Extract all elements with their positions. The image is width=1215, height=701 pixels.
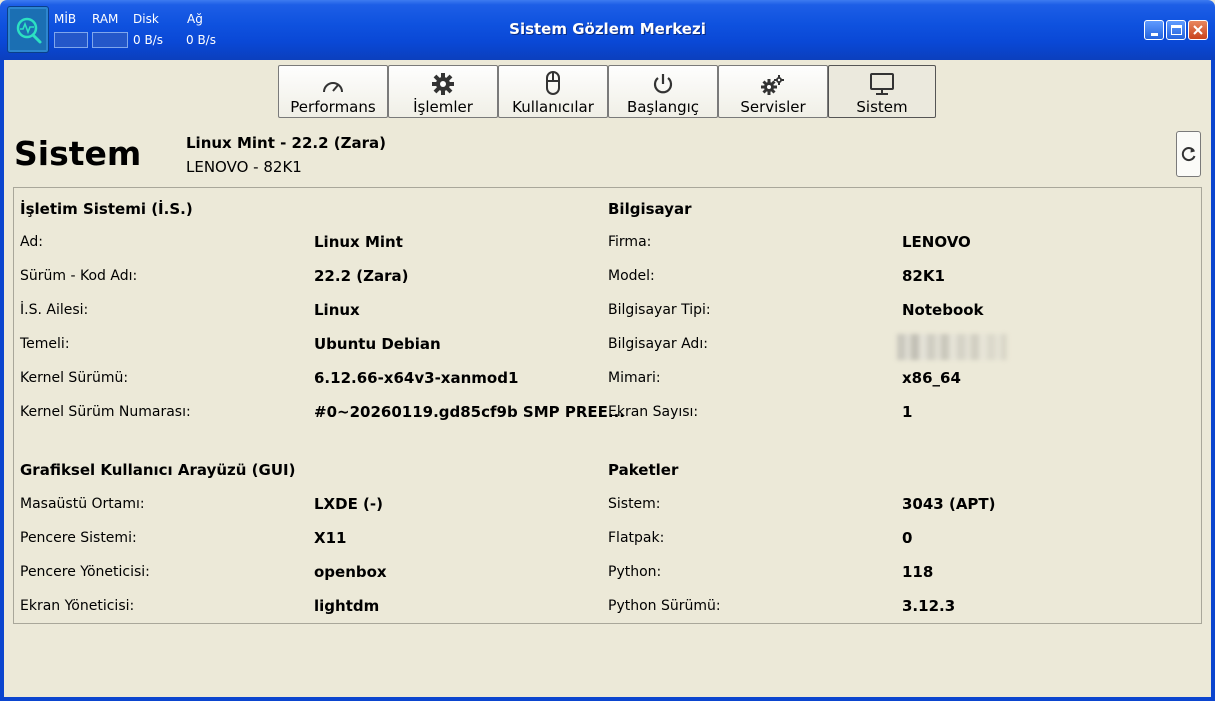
os-base-label: Temeli: — [20, 336, 70, 352]
minimize-icon — [1150, 32, 1158, 36]
title-bar[interactable]: MİB RAM Disk 0 B/s Ağ 0 B/s Sistem Gözle… — [0, 0, 1215, 60]
maximize-button[interactable] — [1166, 20, 1186, 40]
page-title: Sistem — [14, 134, 142, 173]
flatpak-value: 0 — [902, 529, 913, 547]
screen-count-label: Ekran Sayısı: — [608, 404, 699, 420]
gears-icon — [761, 75, 784, 95]
machine-summary: LENOVO - 82K1 — [186, 158, 302, 176]
kernel-build-value: #0~20260119.gd85cf9b SMP PREE... — [314, 403, 626, 421]
window-frame-right — [1211, 60, 1215, 701]
window-manager-value: openbox — [314, 563, 387, 581]
chassis-type-label: Bilgisayar Tipi: — [608, 302, 711, 318]
os-family-label: İ.S. Ailesi: — [20, 302, 89, 318]
kernel-version-value: 6.12.66-x64v3-xanmod1 — [314, 369, 519, 387]
tab-label: Servisler — [740, 98, 806, 116]
os-version-label: Sürüm - Kod Adı: — [20, 268, 138, 284]
refresh-icon — [1181, 147, 1195, 162]
computer-section-heading: Bilgisayar — [608, 200, 692, 218]
tab-label: Kullanıcılar — [512, 98, 594, 116]
os-family-value: Linux — [314, 301, 360, 319]
close-icon — [1193, 25, 1203, 35]
tab-processes[interactable]: İşlemler — [388, 65, 498, 118]
gear-icon — [432, 73, 454, 95]
window-frame-left — [0, 60, 4, 701]
close-button[interactable] — [1188, 20, 1208, 40]
hostname-label: Bilgisayar Adı: — [608, 336, 708, 352]
vendor-label: Firma: — [608, 234, 652, 250]
tab-label: Performans — [290, 98, 376, 116]
os-version-value: 22.2 (Zara) — [314, 267, 409, 285]
python-version-label: Python Sürümü: — [608, 598, 721, 614]
architecture-value: x86_64 — [902, 369, 961, 387]
window-manager-label: Pencere Yöneticisi: — [20, 564, 150, 580]
window-system-label: Pencere Sistemi: — [20, 530, 137, 546]
model-label: Model: — [608, 268, 655, 284]
model-value: 82K1 — [902, 267, 945, 285]
os-base-value: Ubuntu Debian — [314, 335, 441, 353]
minimize-button[interactable] — [1144, 20, 1164, 40]
mouse-icon — [546, 71, 560, 95]
python-packages-value: 118 — [902, 563, 934, 581]
maximize-icon — [1170, 25, 1182, 35]
window-title: Sistem Gözlem Merkezi — [509, 20, 706, 38]
kernel-build-label: Kernel Sürüm Numarası: — [20, 404, 191, 420]
tab-label: Sistem — [856, 98, 908, 116]
flatpak-label: Flatpak: — [608, 530, 665, 546]
gauge-icon — [323, 82, 343, 93]
system-packages-value: 3043 (APT) — [902, 495, 996, 513]
display-manager-value: lightdm — [314, 597, 380, 615]
window-system-value: X11 — [314, 529, 347, 547]
hostname-redacted — [897, 334, 1007, 360]
tab-users[interactable]: Kullanıcılar — [498, 65, 608, 118]
tab-label: İşlemler — [413, 98, 473, 116]
os-section-heading: İşletim Sistemi (İ.S.) — [20, 200, 193, 218]
tab-label: Başlangıç — [626, 98, 700, 116]
os-name-value: Linux Mint — [314, 233, 403, 251]
tab-performance[interactable]: Performans — [278, 65, 388, 118]
packages-section-heading: Paketler — [608, 461, 679, 479]
monitor-icon — [870, 73, 894, 95]
power-icon — [653, 74, 673, 94]
os-name-label: Ad: — [20, 234, 43, 250]
desktop-env-label: Masaüstü Ortamı: — [20, 496, 145, 512]
python-packages-label: Python: — [608, 564, 662, 580]
tab-services[interactable]: Servisler — [718, 65, 828, 118]
system-packages-label: Sistem: — [608, 496, 661, 512]
screen-count-value: 1 — [902, 403, 913, 421]
python-version-value: 3.12.3 — [902, 597, 956, 615]
vendor-value: LENOVO — [902, 233, 971, 251]
window-frame-bottom — [0, 697, 1215, 701]
chassis-type-value: Notebook — [902, 301, 984, 319]
tab-startup[interactable]: Başlangıç — [608, 65, 718, 118]
tab-system[interactable]: Sistem — [828, 65, 936, 118]
refresh-button[interactable] — [1176, 131, 1201, 177]
display-manager-label: Ekran Yöneticisi: — [20, 598, 135, 614]
desktop-env-value: LXDE (-) — [314, 495, 383, 513]
kernel-version-label: Kernel Sürümü: — [20, 370, 129, 386]
architecture-label: Mimari: — [608, 370, 661, 386]
os-summary: Linux Mint - 22.2 (Zara) — [186, 134, 387, 152]
gui-section-heading: Grafiksel Kullanıcı Arayüzü (GUI) — [20, 461, 296, 479]
